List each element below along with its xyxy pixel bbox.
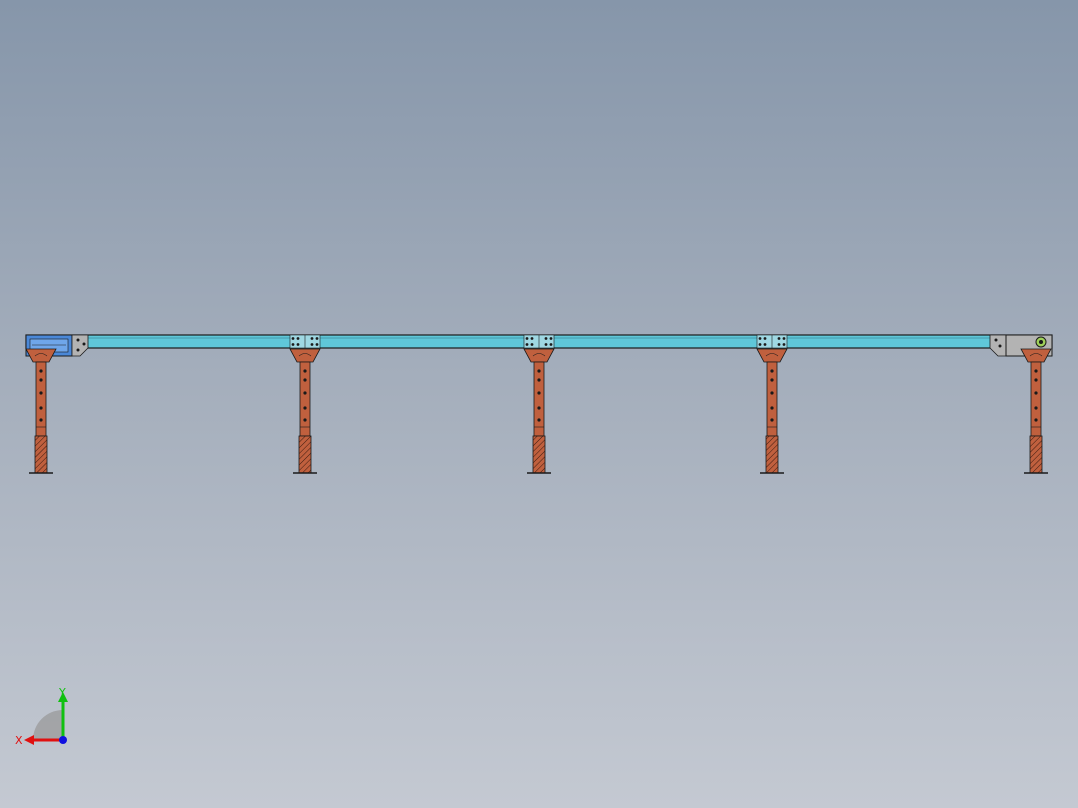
support-leg[interactable] <box>25 348 57 474</box>
splice-bracket <box>523 334 555 349</box>
support-leg[interactable] <box>756 348 788 474</box>
splice-bracket <box>289 334 321 349</box>
cad-viewport[interactable] <box>0 0 1078 808</box>
y-axis-label: Y <box>58 686 66 699</box>
x-axis-label: X <box>15 734 23 747</box>
coordinate-axes-icon[interactable]: Y X <box>10 684 80 754</box>
splice-bracket <box>756 334 788 349</box>
support-leg[interactable] <box>1020 348 1052 474</box>
support-legs <box>25 348 1052 474</box>
support-leg[interactable] <box>523 348 555 474</box>
support-leg[interactable] <box>289 348 321 474</box>
